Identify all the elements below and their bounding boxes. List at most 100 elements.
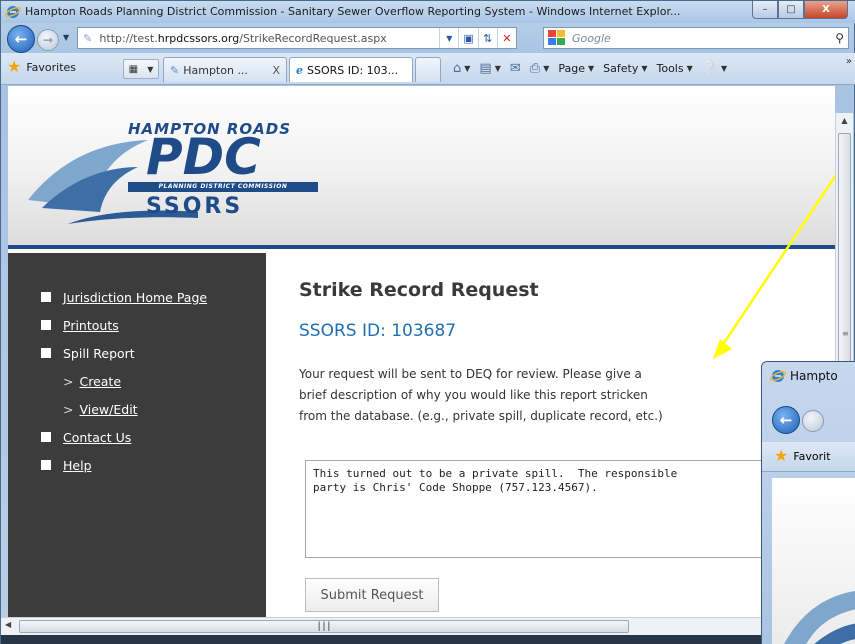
taskbar-strip (1, 635, 855, 644)
request-description: Your request will be sent to DEQ for rev… (299, 364, 699, 427)
url-path: /StrikeRecordRequest.aspx (239, 31, 387, 45)
search-icon[interactable]: ⚲ (835, 31, 844, 45)
rss-feed-icon: ▤ (479, 61, 492, 76)
url-prefix: http://test. (99, 31, 158, 45)
main-content: Strike Record Request SSORS ID: 103687 Y… (299, 253, 835, 617)
site-header: HAMPTON ROADS PDC PLANNING DISTRICT COMM… (8, 87, 835, 249)
quick-tabs-button[interactable]: ▦ ▼ (123, 59, 159, 79)
sidebar-item-label[interactable]: Jurisdiction Home Page (63, 290, 207, 305)
title-bar: Hampton Roads Planning District Commissi… (1, 1, 855, 23)
page-title: Strike Record Request (299, 279, 539, 301)
favorites-star-icon: ★ (7, 57, 22, 76)
strike-reason-textarea[interactable]: This turned out to be a private spill. T… (305, 460, 765, 558)
second-window-title: Hampto (770, 368, 838, 384)
tab-list-dropdown-icon[interactable]: ▼ (147, 65, 153, 74)
sidebar-item-create[interactable]: > Create (63, 367, 266, 395)
new-tab-button[interactable] (415, 57, 441, 82)
refresh-icon[interactable]: ⇅ (477, 28, 497, 48)
second-favorites-button[interactable]: ★ Favorit (774, 448, 831, 464)
maximize-button[interactable]: □ (778, 1, 804, 19)
favorites-label: Favorites (26, 60, 77, 74)
submit-request-button[interactable]: Submit Request (305, 578, 439, 612)
stop-icon[interactable]: ✕ (496, 28, 516, 48)
sidebar-item-label[interactable]: Help (63, 458, 92, 473)
second-back-button[interactable]: ← (772, 406, 800, 434)
mail-button[interactable]: ✉ (510, 61, 521, 76)
second-browser-window[interactable]: Hampto ← ★ Favorit (761, 361, 855, 644)
google-logo-icon (548, 30, 566, 46)
page-menu-dropdown-icon: ▼ (587, 64, 595, 73)
print-button[interactable]: ⎙ ▼ (530, 61, 550, 76)
bullet-square-icon (41, 432, 51, 442)
minimize-button[interactable]: – (752, 1, 778, 19)
sidebar-item-label[interactable]: Contact Us (63, 430, 131, 445)
printer-icon: ⎙ (529, 61, 541, 76)
search-input[interactable]: Google (572, 32, 835, 45)
second-window-title-text: Hampto (790, 369, 838, 383)
sidebar-item-label[interactable]: View/Edit (79, 402, 137, 417)
safety-menu-dropdown-icon: ▼ (641, 64, 648, 73)
sidebar-item-contact-us[interactable]: Contact Us (41, 423, 266, 451)
feeds-button[interactable]: ▤ ▼ (479, 61, 500, 76)
horizontal-scrollbar[interactable]: ◀ ┃┃┃ (1, 617, 855, 635)
window-title: Hampton Roads Planning District Commissi… (25, 5, 681, 18)
tab-ssors-id[interactable]: e SSORS ID: 103... (289, 57, 413, 82)
scroll-grip-icon: ≡ (842, 329, 849, 338)
address-url[interactable]: http://test.hrpdcssors.org/StrikeRecordR… (99, 32, 439, 45)
sidebar-item-label[interactable]: Create (79, 374, 121, 389)
forward-button[interactable]: → (37, 29, 59, 51)
page-icon: ✎ (83, 31, 93, 45)
search-box[interactable]: Google ⚲ (543, 27, 849, 49)
recent-pages-dropdown-icon[interactable]: ▼ (63, 33, 69, 42)
favorites-button[interactable]: ★ Favorites (7, 59, 76, 75)
back-arrow-icon: ← (14, 30, 28, 48)
home-button[interactable]: ⌂ ▼ (453, 61, 470, 76)
feeds-dropdown-icon: ▼ (494, 64, 501, 73)
address-dropdown-icon[interactable]: ▼ (439, 28, 458, 48)
sidebar-item-view-edit[interactable]: > View/Edit (63, 395, 266, 423)
tab-label: Hampton ... (183, 63, 248, 77)
help-menu[interactable]: ❔ ▼ (702, 61, 727, 76)
sidebar-item-label[interactable]: Printouts (63, 318, 119, 333)
sidebar-item-label: Spill Report (63, 345, 135, 361)
scroll-left-icon[interactable]: ◀ (5, 620, 11, 629)
browser-window: Hampton Roads Planning District Commissi… (0, 0, 855, 644)
print-dropdown-icon: ▼ (543, 64, 550, 73)
tools-menu-dropdown-icon: ▼ (686, 64, 693, 73)
second-forward-button[interactable] (802, 410, 824, 432)
second-window-content (772, 478, 855, 644)
hrpdc-ssors-logo[interactable]: HAMPTON ROADS PDC PLANNING DISTRICT COMM… (28, 112, 328, 232)
page-menu[interactable]: Page ▼ (558, 62, 594, 75)
horizontal-scroll-thumb[interactable]: ┃┃┃ (19, 620, 629, 633)
logo-ssors: SSORS (146, 194, 244, 219)
compatibility-view-icon[interactable]: ▣ (458, 28, 477, 48)
page-loading-icon: ✎ (170, 63, 180, 77)
window-controls: – □ X (752, 1, 848, 20)
ie-logo-icon (770, 368, 786, 384)
command-bar: ⌂ ▼ ▤ ▼ ✉ ⎙ ▼ Page ▼ Safety ▼ Tools ▼ ❔ ▼ (453, 61, 736, 76)
tools-menu[interactable]: Tools ▼ (656, 62, 692, 75)
close-button[interactable]: X (804, 1, 848, 19)
second-favorites-bar: ★ Favorit (762, 442, 855, 472)
toolbar-overflow-icon[interactable]: » (846, 56, 852, 67)
scroll-up-icon[interactable]: ▲ (836, 113, 853, 129)
help-icon: ❔ (701, 61, 718, 76)
bullet-square-icon (41, 460, 51, 470)
tab-label: SSORS ID: 103... (307, 63, 399, 77)
sidebar-item-jurisdiction-home[interactable]: Jurisdiction Home Page (41, 283, 266, 311)
tab-close-icon[interactable]: X (272, 64, 280, 77)
sidebar-item-printouts[interactable]: Printouts (41, 311, 266, 339)
sidebar-item-spill-report: Spill Report (41, 339, 266, 367)
safety-menu[interactable]: Safety ▼ (603, 62, 647, 75)
ie-logo-icon (5, 4, 21, 20)
back-button[interactable]: ← (7, 25, 35, 53)
favorites-label: Favorit (793, 449, 831, 463)
ssors-id-heading: SSORS ID: 103687 (299, 321, 457, 341)
scroll-grip-icon: ┃┃┃ (316, 622, 332, 631)
sidebar-item-help[interactable]: Help (41, 451, 266, 479)
help-dropdown-icon: ▼ (720, 64, 728, 73)
tab-hampton[interactable]: ✎ Hampton ... X (163, 57, 287, 82)
ie-page-icon: e (296, 63, 303, 77)
bullet-square-icon (41, 320, 51, 330)
address-bar[interactable]: ✎ http://test.hrpdcssors.org/StrikeRecor… (77, 27, 517, 49)
